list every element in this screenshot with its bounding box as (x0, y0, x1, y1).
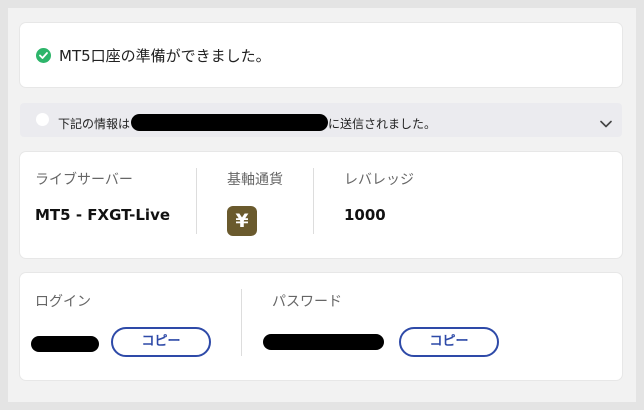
success-banner: MT5口座の準備ができました。 (20, 23, 622, 87)
copy-password-button[interactable]: コピー (399, 327, 499, 357)
chevron-down-icon[interactable] (600, 113, 612, 132)
server-label: ライブサーバー (35, 172, 133, 188)
check-circle-icon (36, 48, 51, 63)
redacted-login (31, 336, 99, 352)
yen-icon: ¥ (227, 206, 257, 236)
account-info-card: ライブサーバー MT5 - FXGT-Live 基軸通貨 ¥ レバレッジ 100… (20, 152, 622, 258)
sent-info-text-before: 下記の情報は (58, 117, 131, 131)
copy-login-button[interactable]: コピー (111, 327, 211, 357)
success-message: MT5口座の準備ができました。 (59, 47, 271, 65)
redacted-email (131, 114, 328, 131)
currency-label: 基軸通貨 (227, 172, 283, 188)
divider (241, 289, 242, 356)
divider (313, 168, 314, 234)
info-icon (36, 113, 49, 126)
credentials-card: ログイン コピー パスワード コピー (20, 273, 622, 380)
sent-info-text-after: に送信されました。 (328, 117, 437, 131)
server-value: MT5 - FXGT-Live (35, 206, 171, 224)
password-label: パスワード (272, 294, 342, 310)
redacted-password (263, 334, 384, 350)
divider (196, 168, 197, 234)
leverage-label: レバレッジ (344, 172, 414, 188)
leverage-value: 1000 (344, 206, 386, 224)
login-label: ログイン (35, 294, 91, 310)
